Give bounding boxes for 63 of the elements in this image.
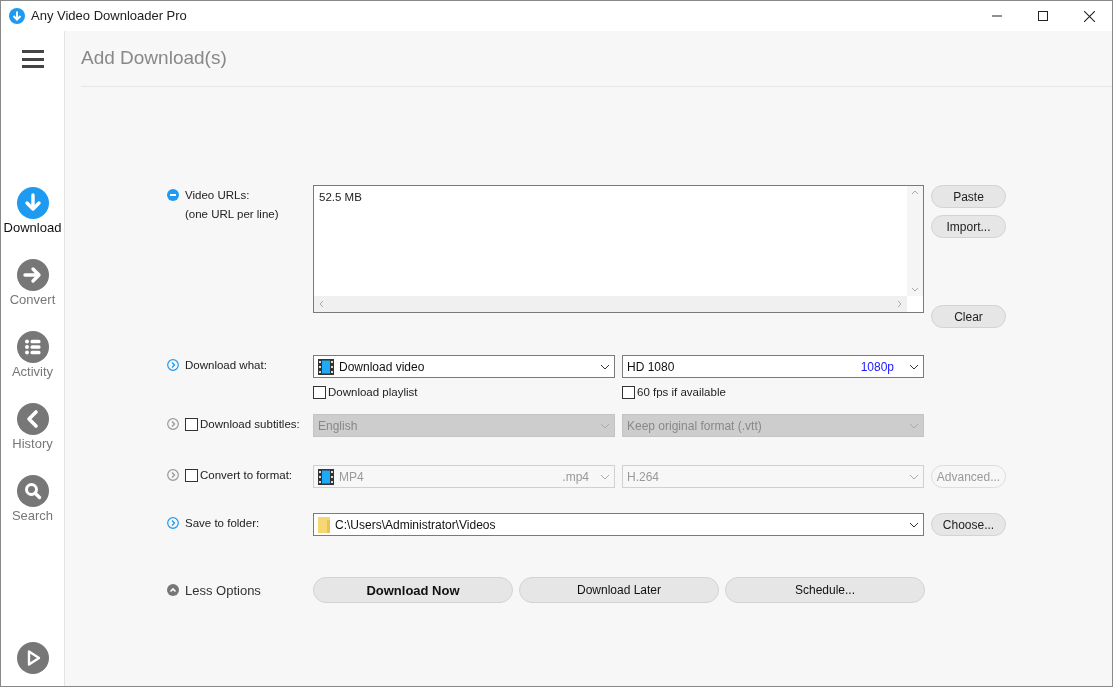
sidebar-item[interactable]: Search bbox=[0, 475, 65, 524]
field-label: Download subtitles: bbox=[200, 418, 300, 432]
scroll-right-icon[interactable] bbox=[897, 300, 902, 308]
collapse-icon[interactable] bbox=[167, 189, 179, 201]
horizontal-scrollbar[interactable] bbox=[314, 296, 907, 312]
arrow-left-icon bbox=[16, 403, 49, 435]
folder-dropdown[interactable]: C:\Users\Administrator\Videos bbox=[313, 513, 924, 537]
arrow-right-icon bbox=[16, 259, 49, 291]
button[interactable]: Download Later bbox=[519, 577, 719, 604]
sidebar-item[interactable]: Activity bbox=[0, 331, 65, 380]
app-logo-icon bbox=[9, 8, 25, 24]
menu-button[interactable] bbox=[21, 49, 44, 69]
chevron-down-icon bbox=[909, 473, 919, 480]
field-label: Download what: bbox=[185, 359, 267, 372]
chevron-right-icon[interactable] bbox=[167, 418, 179, 431]
button[interactable]: Choose... bbox=[931, 513, 1006, 537]
sidebar-item[interactable]: Convert bbox=[0, 259, 65, 308]
button[interactable]: Download Now bbox=[313, 577, 513, 604]
maximize-icon bbox=[1038, 11, 1048, 21]
film-icon bbox=[318, 358, 334, 375]
chevron-down-icon bbox=[909, 422, 919, 429]
button[interactable]: Clear bbox=[931, 305, 1006, 328]
button[interactable]: Schedule... bbox=[725, 577, 925, 604]
scroll-down-icon[interactable] bbox=[911, 287, 919, 292]
download-icon bbox=[16, 187, 49, 219]
page-title: Add Download(s) bbox=[81, 46, 227, 71]
close-icon bbox=[1083, 10, 1095, 22]
window-title: Any Video Downloader Pro bbox=[31, 7, 187, 26]
search-icon bbox=[16, 475, 49, 507]
scroll-up-icon[interactable] bbox=[911, 190, 919, 195]
checkbox-label: Download playlist bbox=[328, 385, 418, 400]
vertical-scrollbar[interactable] bbox=[907, 186, 923, 296]
button[interactable]: Import... bbox=[931, 215, 1006, 238]
chevron-up-icon[interactable] bbox=[167, 584, 179, 597]
field-hint: (one URL per line) bbox=[185, 208, 279, 221]
field-label: Video URLs: bbox=[185, 189, 251, 202]
checkbox-label: 60 fps if available bbox=[637, 385, 726, 400]
sidebar-item[interactable]: History bbox=[0, 403, 65, 452]
url-text-area[interactable]: 52.5 MB bbox=[313, 185, 924, 313]
dropdown[interactable]: HD 1080 1080p bbox=[622, 355, 924, 378]
chevron-down-icon bbox=[909, 363, 919, 370]
play-button[interactable] bbox=[16, 642, 49, 674]
chevron-down-icon bbox=[600, 473, 610, 480]
button[interactable]: Paste bbox=[931, 185, 1006, 208]
dropdown[interactable]: Download video bbox=[313, 355, 615, 378]
checkbox[interactable] bbox=[313, 386, 326, 400]
chevron-right-icon[interactable] bbox=[167, 469, 179, 482]
film-icon bbox=[318, 468, 334, 485]
chevron-down-icon bbox=[600, 422, 610, 429]
checkbox[interactable] bbox=[185, 418, 198, 432]
sidebar-item[interactable]: Download bbox=[0, 187, 65, 236]
checkbox[interactable] bbox=[622, 386, 635, 400]
list-icon bbox=[16, 331, 49, 363]
chevron-right-icon[interactable] bbox=[167, 359, 179, 371]
chevron-down-icon bbox=[600, 363, 610, 370]
chevron-down-icon bbox=[909, 521, 919, 528]
folder-icon bbox=[318, 516, 330, 533]
chevron-right-icon[interactable] bbox=[167, 517, 179, 530]
less-options-toggle[interactable]: Less Options bbox=[167, 580, 313, 600]
field-label: Convert to format: bbox=[200, 469, 293, 483]
checkbox[interactable] bbox=[185, 469, 198, 483]
scroll-left-icon[interactable] bbox=[319, 300, 324, 308]
field-label: Save to folder: bbox=[185, 517, 260, 531]
